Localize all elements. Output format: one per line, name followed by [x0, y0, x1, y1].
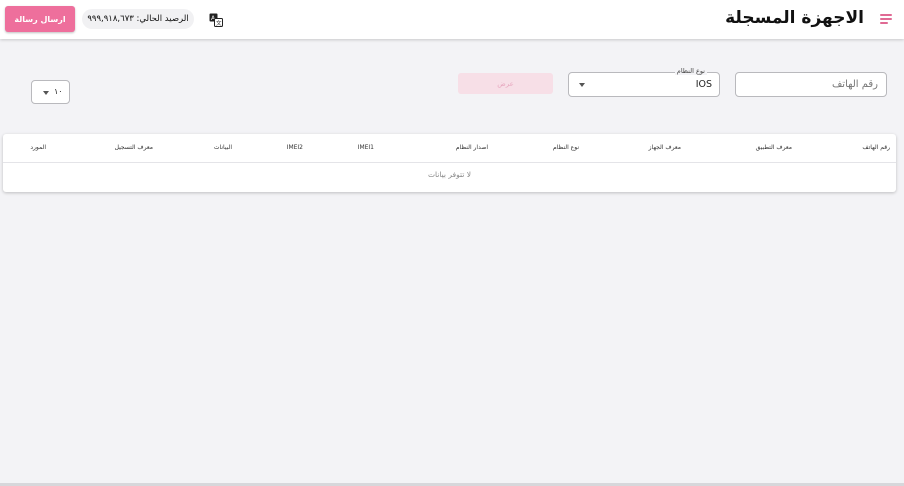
column-header[interactable]: رقم الهاتف	[862, 144, 890, 151]
devices-table: رقم الهاتف معرف التطبيق معرف الجهاز نوع …	[3, 134, 896, 192]
chevron-down-icon	[43, 91, 49, 95]
translate-icon[interactable]: A 文	[209, 12, 223, 27]
column-header[interactable]: IMEI2	[287, 144, 303, 151]
balance-badge: الرصيد الحالي: ٩٩٩,٩١٨,٦٧٣	[82, 9, 194, 29]
column-header[interactable]: معرف الجهاز	[649, 144, 681, 151]
top-app-bar: الاجهزة المسجلة A 文 الرصيد الحالي: ٩٩٩,٩…	[0, 0, 904, 39]
column-header[interactable]: نوع النظام	[553, 144, 579, 151]
column-header[interactable]: البيانات	[214, 144, 232, 151]
column-header[interactable]: معرف التسجيل	[115, 144, 153, 151]
chevron-down-icon	[579, 83, 585, 87]
os-type-label: نوع النظام	[674, 67, 707, 75]
empty-table-message: لا تتوفر بيانات	[427, 170, 472, 179]
show-button[interactable]: عرض	[458, 73, 553, 94]
page-size-select[interactable]: ١٠	[31, 80, 70, 104]
menu-icon[interactable]	[880, 14, 892, 24]
os-type-value: IOS	[695, 79, 712, 90]
os-type-select[interactable]: نوع النظام IOS	[568, 67, 720, 97]
page-size-value: ١٠	[54, 87, 63, 96]
page-title: الاجهزة المسجلة	[725, 8, 864, 28]
phone-number-input[interactable]	[735, 72, 887, 97]
svg-text:文: 文	[216, 19, 222, 27]
send-message-button[interactable]: ارسال رسالة	[5, 6, 75, 32]
column-header[interactable]: IMEI1	[358, 144, 374, 151]
table-header: رقم الهاتف معرف التطبيق معرف الجهاز نوع …	[3, 134, 896, 163]
column-header[interactable]: معرف التطبيق	[756, 144, 792, 151]
column-header[interactable]: اصدار النظام	[456, 144, 488, 151]
column-header[interactable]: المورد	[30, 144, 46, 151]
